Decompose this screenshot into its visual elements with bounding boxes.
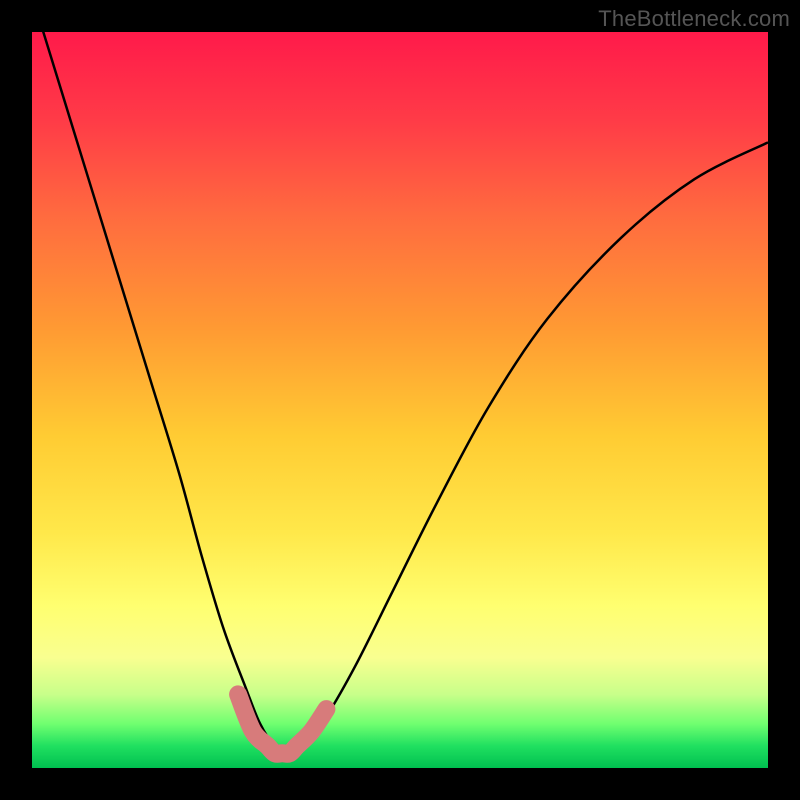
chart-frame: TheBottleneck.com: [0, 0, 800, 800]
watermark-label: TheBottleneck.com: [598, 6, 790, 32]
bottleneck-curve: [32, 0, 768, 753]
plot-area: [32, 32, 768, 768]
curve-layer: [32, 32, 768, 768]
